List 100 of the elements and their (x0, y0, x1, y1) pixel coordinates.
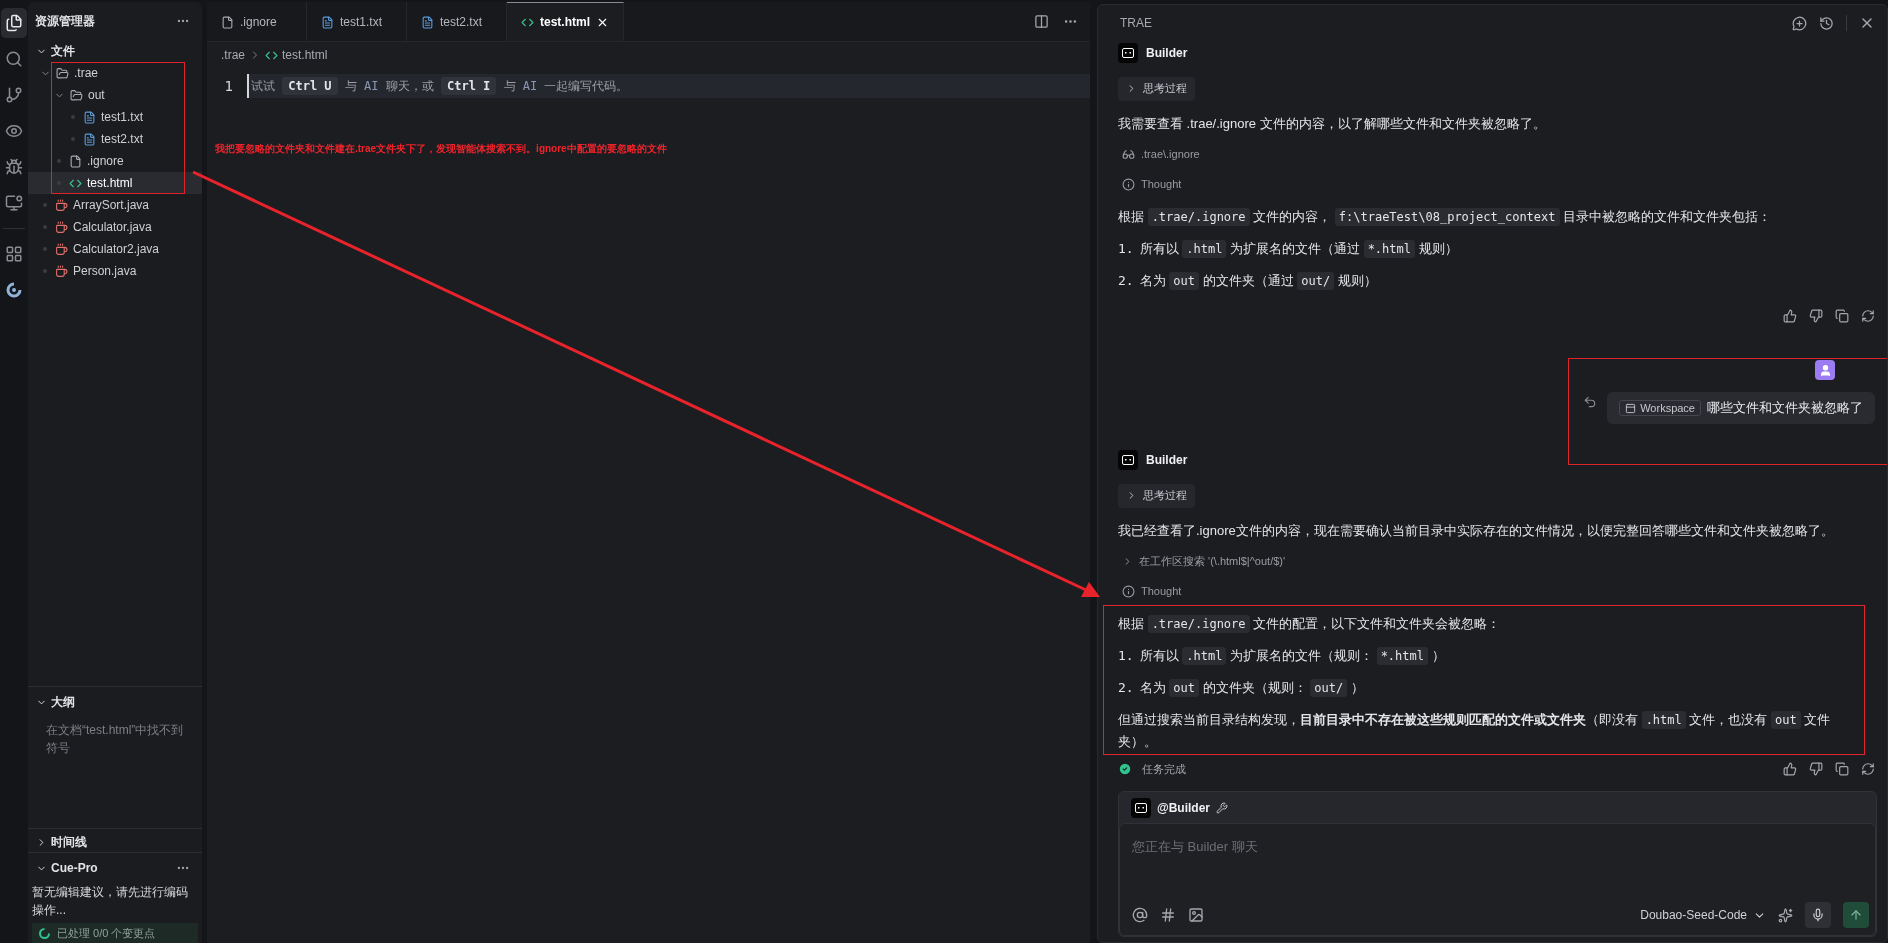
agent-name: Builder (1146, 452, 1188, 467)
glasses-icon (1122, 147, 1135, 161)
editor-tab[interactable]: .ignore (207, 2, 307, 41)
split-editor-button[interactable] (1034, 14, 1049, 29)
file-item[interactable]: test1.txt (28, 106, 202, 128)
agent-logo-icon (1118, 42, 1138, 63)
columns-icon (1034, 14, 1049, 29)
agent-logo-icon (1118, 449, 1138, 470)
line-number: 1 (223, 78, 234, 94)
file-item[interactable]: Calculator.java (28, 216, 202, 238)
swirl-logo-icon (5, 281, 23, 299)
undo-button[interactable] (1583, 395, 1598, 409)
file-item[interactable]: Person.java (28, 260, 202, 282)
message-text: 但通过搜索当前目录结构发现，目前目录中不存在被这些规则匹配的文件或文件夹（即没有 .html 文件，也没有 out 文件夹）。 (1118, 710, 1832, 752)
thought-step[interactable]: Thought (1118, 174, 1182, 195)
search-step[interactable]: 在工作区搜索 '(\.html$|^out/$)' (1118, 551, 1286, 572)
annotation-text: 我把要忽略的文件夹和文件建在.trae文件夹下了，发现智能体搜索不到。ignore中配置的要忽略的文件 (215, 142, 668, 156)
sparkle-icon (1778, 907, 1793, 923)
cup-icon (55, 198, 68, 212)
agent-name: Builder (1146, 45, 1188, 60)
panel-title: TRAE (1120, 16, 1152, 30)
microphone-button[interactable] (1805, 902, 1831, 928)
cup-icon (55, 220, 68, 234)
image-icon (1188, 907, 1204, 923)
editor-tab[interactable]: test.html (507, 2, 624, 41)
file-item[interactable]: Calculator2.java (28, 238, 202, 260)
status-text: 任务完成 (1142, 761, 1186, 777)
grid-icon (5, 245, 23, 263)
panel-title: 资源管理器 (35, 12, 95, 30)
section-header[interactable]: 大纲 (28, 691, 202, 713)
eye-icon (5, 122, 23, 140)
send-button[interactable] (1843, 902, 1869, 928)
empty-message: 暂无编辑建议，请先进行编码操作... (31, 884, 189, 919)
microphone-icon (1811, 908, 1825, 922)
folder-item[interactable]: out (28, 84, 202, 106)
list-item: 1. 所有以 .html 为扩展名的文件（规则： *.html ） (1118, 646, 1446, 668)
agent-mention: @Builder (1157, 800, 1211, 815)
regenerate-button[interactable] (1861, 762, 1875, 777)
sparkle-button[interactable] (1778, 907, 1793, 923)
branch-icon (5, 86, 23, 104)
model-selector[interactable]: Doubao-Seed-Code (1640, 908, 1766, 922)
thumbs-up-button[interactable] (1783, 309, 1797, 324)
folder-icon (70, 88, 83, 102)
check-icon (1118, 762, 1132, 777)
agent-logo-icon (1131, 797, 1151, 818)
refresh-icon (1861, 762, 1875, 777)
list-item: 2. 名为 out 的文件夹（通过 out/ 规则） (1118, 271, 1378, 293)
document-icon (83, 132, 96, 146)
hash-icon (1160, 907, 1176, 923)
user-message-text: 哪些文件和文件夹被忽略了 (1707, 399, 1863, 417)
thumbs-down-icon (1809, 762, 1823, 777)
history-button[interactable] (1819, 15, 1834, 31)
thought-step[interactable]: Thought (1118, 581, 1182, 602)
document-icon (421, 15, 434, 29)
thumbs-up-icon (1783, 309, 1797, 324)
thumbs-down-icon (1809, 309, 1823, 324)
thinking-toggle[interactable]: 思考过程 (1118, 76, 1195, 101)
image-button[interactable] (1188, 907, 1204, 923)
context-tag: Workspace (1619, 400, 1701, 416)
empty-message: 在文档“test.html”中找不到符号 (45, 722, 185, 757)
mention-button[interactable] (1132, 907, 1148, 923)
copy-button[interactable] (1835, 762, 1849, 777)
regenerate-button[interactable] (1861, 309, 1875, 324)
monitor-icon (5, 194, 23, 212)
avatar-icon (1815, 360, 1835, 380)
thumbs-down-button[interactable] (1809, 309, 1823, 324)
folder-item[interactable]: .trae (28, 62, 202, 84)
file-item[interactable]: test2.txt (28, 128, 202, 150)
copy-icon (1835, 762, 1849, 777)
section-header[interactable]: Cue-Pro (35, 857, 98, 879)
section-header[interactable]: 时间线 (28, 833, 202, 852)
copy-icon (1835, 309, 1849, 324)
folder-icon (56, 66, 69, 80)
hash-button[interactable] (1160, 907, 1176, 923)
thinking-toggle[interactable]: 思考过程 (1118, 483, 1195, 508)
breadcrumb-item[interactable]: test.html (265, 48, 328, 62)
swirl-icon (38, 926, 51, 940)
file-item[interactable]: ArraySort.java (28, 194, 202, 216)
copy-button[interactable] (1835, 309, 1849, 324)
file-item[interactable]: .ignore (28, 150, 202, 172)
files-button[interactable] (1, 8, 27, 38)
info-icon (1122, 584, 1135, 598)
editor-tab[interactable]: test1.txt (307, 2, 407, 41)
section-header[interactable]: 文件 (28, 40, 202, 62)
file-read-step[interactable]: .trae\.ignore (1118, 144, 1200, 165)
file-icon (69, 154, 82, 168)
cup-icon (55, 264, 68, 278)
panel-icon (1625, 402, 1637, 414)
new-chat-button[interactable] (1792, 15, 1807, 31)
thumbs-up-button[interactable] (1783, 762, 1797, 777)
search-icon (5, 50, 23, 68)
file-item[interactable]: test.html (28, 172, 202, 194)
cup-icon (55, 242, 68, 256)
history-icon (1819, 15, 1834, 31)
chat-input[interactable]: 您正在与 Builder 聊天 Doubao-Seed-Code (1119, 823, 1876, 936)
breadcrumb-item[interactable]: .trae (221, 48, 245, 62)
thumbs-up-icon (1783, 762, 1797, 777)
list-item: 1. 所有以 .html 为扩展名的文件（通过 *.html 规则） (1118, 239, 1459, 261)
thumbs-down-button[interactable] (1809, 762, 1823, 777)
message-text: 我需要查看 .trae/.ignore 文件的内容，以了解哪些文件和文件夹被忽略了。 (1118, 114, 1547, 133)
